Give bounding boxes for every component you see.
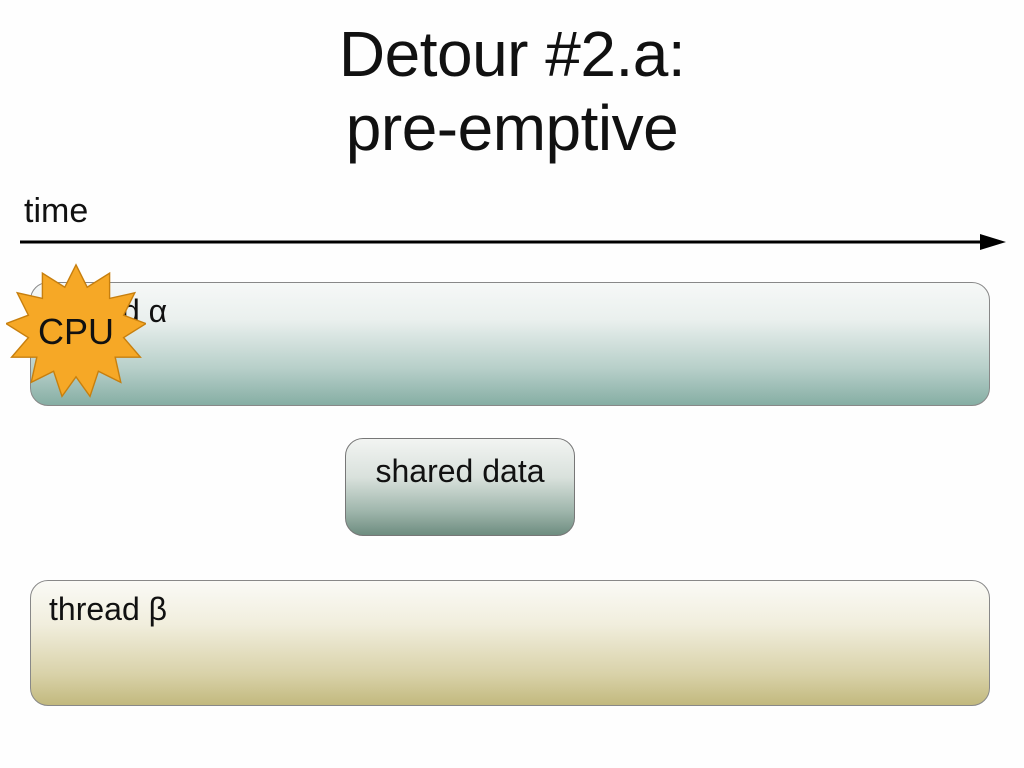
shared-data-block: shared data (345, 438, 575, 536)
time-axis-label: time (24, 192, 88, 231)
time-arrow-icon (20, 232, 1006, 252)
slide-title: Detour #2.a: pre-emptive (0, 18, 1024, 165)
title-line-2: pre-emptive (346, 92, 678, 164)
thread-alpha-lane: thread α (30, 282, 990, 406)
cpu-badge: CPU (6, 262, 146, 402)
slide: Detour #2.a: pre-emptive time thread α s… (0, 0, 1024, 768)
thread-beta-lane: thread β (30, 580, 990, 706)
shared-data-label: shared data (346, 439, 574, 490)
thread-beta-label: thread β (49, 591, 167, 628)
title-line-1: Detour #2.a: (339, 18, 685, 90)
cpu-label: CPU (6, 262, 146, 402)
